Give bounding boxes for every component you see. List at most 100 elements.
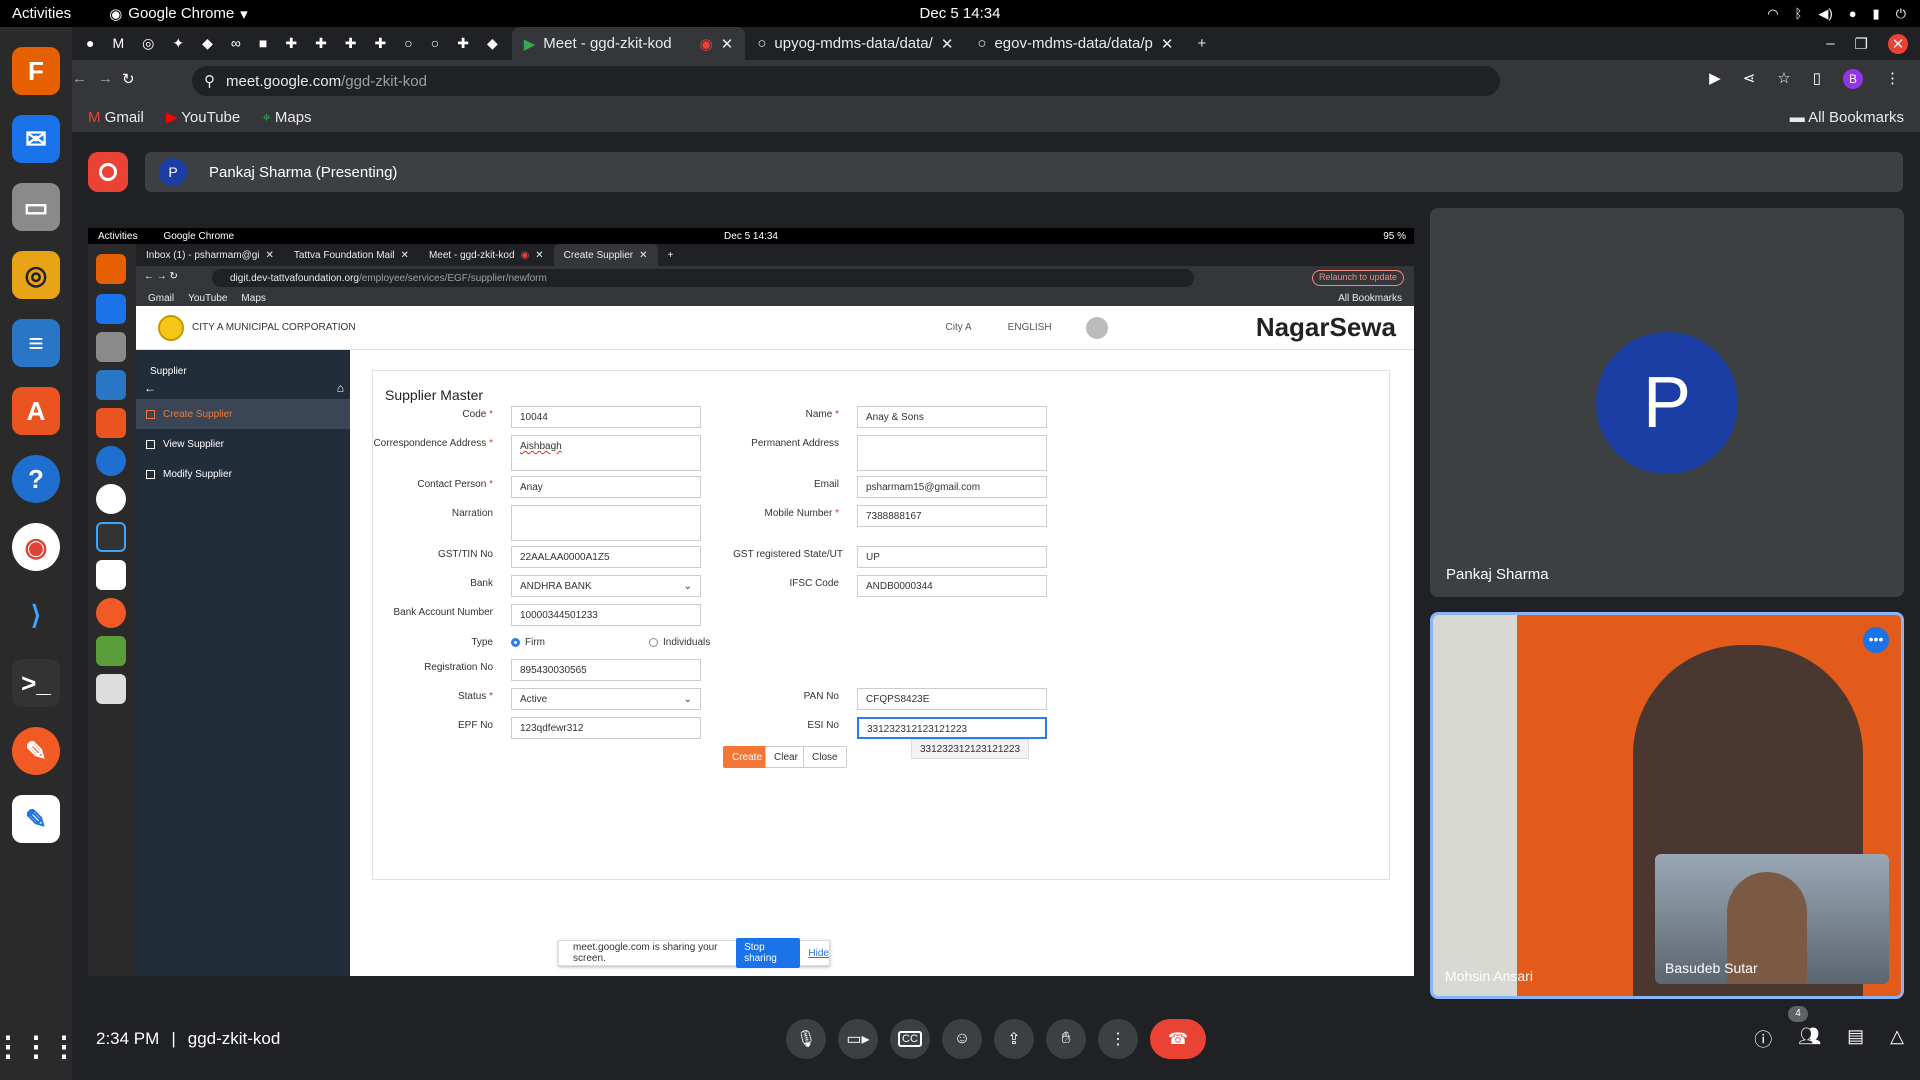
figma-tab-icon[interactable]: ✚: [285, 35, 297, 52]
ifsc-field: ANDB0000344: [857, 575, 1047, 597]
close-icon[interactable]: ✕: [941, 35, 954, 53]
sidebar-item-modify-supplier: Modify Supplier: [136, 459, 350, 489]
github-tab-icon[interactable]: ○: [431, 35, 439, 52]
all-bookmarks[interactable]: ▬ All Bookmarks: [1790, 109, 1904, 126]
shared-bookmarks: Gmail YouTube Maps All Bookmarks: [136, 290, 1414, 306]
reactions-button[interactable]: ☺: [942, 1019, 982, 1059]
toolbar: ← → ↻ ⚲ meet.google.com/ggd-zkit-kod ▶ ⋖ ☆…: [72, 60, 1920, 102]
leave-call-button[interactable]: ☎: [1150, 1019, 1206, 1059]
chevron-down-icon: ⌄: [683, 581, 692, 592]
captions-button[interactable]: CC: [890, 1019, 930, 1059]
share-icon[interactable]: ⋖: [1743, 69, 1756, 89]
help-icon[interactable]: ?: [12, 455, 60, 503]
image-viewer-icon: [96, 636, 126, 666]
os-clock[interactable]: Dec 5 14:34: [920, 5, 1001, 22]
shared-toolbar: ← → ↻ digit.dev-tattvafoundation.org/emp…: [136, 266, 1414, 290]
activities-icon[interactable]: △: [1890, 1026, 1904, 1052]
camera-icon[interactable]: ▶: [1709, 69, 1721, 89]
figma-tab-icon[interactable]: ✚: [457, 35, 469, 52]
tab-meet[interactable]: ▶ Meet - ggd-zkit-kod ◉ ✕: [511, 27, 746, 60]
app-menu[interactable]: ◉ Google Chrome ▾: [109, 5, 248, 23]
rhythmbox-icon[interactable]: ◎: [12, 251, 60, 299]
system-tray[interactable]: ◠ ᛒ ◀) ● ▮ ⏻: [1767, 6, 1906, 22]
people-icon[interactable]: 👥︎: [1798, 1026, 1821, 1052]
bank-account-label: Bank Account Number: [393, 607, 494, 618]
language-select: ENGLISH: [1007, 322, 1052, 333]
star-icon[interactable]: ☆: [1777, 69, 1790, 89]
text-editor-icon[interactable]: ✎: [12, 795, 60, 843]
chevron-down-icon: ⌄: [683, 694, 692, 705]
bookmark-maps[interactable]: ⌖ Maps: [262, 109, 311, 126]
vscode-icon[interactable]: ⟩: [12, 591, 60, 639]
wifi-icon: ◠: [1767, 5, 1779, 21]
name-field: Anay & Sons: [857, 406, 1047, 428]
menu-icon[interactable]: ⋮: [1885, 69, 1900, 89]
address-bar[interactable]: ⚲ meet.google.com/ggd-zkit-kod: [192, 66, 1500, 96]
link-tab-icon[interactable]: ∞: [231, 35, 241, 52]
municipal-emblem-icon: [158, 314, 184, 341]
meeting-info-icon[interactable]: ⓘ: [1754, 1026, 1772, 1052]
mic-icon: 🎙︎: [795, 1031, 817, 1048]
presenting-indicator[interactable]: [88, 152, 128, 192]
mic-button[interactable]: 🎙︎: [786, 1019, 826, 1059]
participant-tile-pankaj[interactable]: P Pankaj Sharma: [1430, 208, 1904, 597]
activities-button[interactable]: Activities: [12, 5, 71, 22]
side-panel-icon[interactable]: ▯: [1813, 69, 1821, 89]
chrome-dock-icon[interactable]: ◉: [12, 523, 60, 571]
camera-button[interactable]: ▭▸: [838, 1019, 878, 1059]
gmail-tab-icon[interactable]: M: [112, 35, 124, 52]
software-center-icon[interactable]: A: [12, 387, 60, 435]
presenter-avatar: P: [159, 158, 187, 186]
create-button: Create: [723, 746, 772, 768]
gitlab-tab-icon[interactable]: ◆: [202, 35, 213, 52]
correspondence-address-field: Aishbagh: [511, 435, 701, 471]
gemini-tab-icon[interactable]: ✦: [172, 35, 184, 52]
pinned-tab-icon[interactable]: ■: [259, 35, 267, 52]
forward-icon[interactable]: →: [98, 70, 113, 87]
firefox-icon[interactable]: F: [12, 47, 60, 95]
self-view-tile[interactable]: Basudeb Sutar: [1655, 854, 1889, 984]
bookmark-gmail[interactable]: M Gmail: [88, 109, 144, 126]
raise-hand-button[interactable]: ✋︎: [1046, 1019, 1086, 1059]
restore-icon[interactable]: ❐: [1855, 35, 1868, 53]
close-icon[interactable]: ✕: [721, 35, 734, 53]
back-icon[interactable]: ←: [72, 70, 87, 87]
show-apps-icon[interactable]: ⋮⋮⋮: [0, 1022, 78, 1070]
trash-icon: [96, 674, 126, 704]
figma-tab-icon[interactable]: ✚: [315, 35, 327, 52]
writer-icon[interactable]: ≡: [12, 319, 60, 367]
gitlab-tab-icon[interactable]: ◆: [487, 35, 498, 52]
bookmark-youtube[interactable]: ▶ YouTube: [166, 108, 240, 126]
dock: F ✉ ▭ ◎ ≡ A ? ◉ ⟩ >_ ✎ ✎ ⋮⋮⋮: [0, 27, 78, 1080]
site-info-icon[interactable]: ⚲: [204, 72, 215, 90]
figma-tab-icon[interactable]: ✚: [375, 35, 387, 52]
new-tab-button[interactable]: +: [1185, 27, 1218, 60]
supplier-page: CITY A MUNICIPAL CORPORATION City A ENGL…: [136, 306, 1414, 976]
profile-avatar[interactable]: B: [1843, 69, 1863, 89]
files-icon[interactable]: ▭: [12, 183, 60, 231]
bluetooth-icon: ᛒ: [1794, 5, 1803, 21]
chat-icon[interactable]: ▤: [1847, 1026, 1864, 1052]
meeting-code[interactable]: ggd-zkit-kod: [188, 1029, 281, 1049]
present-button[interactable]: ⇪: [994, 1019, 1034, 1059]
pinned-tab-icon[interactable]: ◎: [142, 35, 154, 52]
tab-egov[interactable]: ○ egov-mdms-data/data/p ✕: [965, 27, 1185, 60]
pen-tool-icon[interactable]: ✎: [12, 727, 60, 775]
participant-name: Pankaj Sharma: [1446, 566, 1549, 583]
thunderbird-icon[interactable]: ✉: [12, 115, 60, 163]
terminal-icon[interactable]: >_: [12, 659, 60, 707]
pan-field: CFQPS8423E: [857, 688, 1047, 710]
figma-tab-icon[interactable]: ✚: [345, 35, 357, 52]
reload-icon[interactable]: ↻: [122, 70, 135, 88]
github-tab-icon[interactable]: ○: [404, 35, 412, 52]
close-icon[interactable]: ✕: [1161, 35, 1174, 53]
gst-state-label: GST registered State/UT: [733, 549, 843, 560]
list-icon: [146, 439, 155, 449]
close-window-icon[interactable]: ✕: [1888, 33, 1908, 54]
participant-tile-mohsin[interactable]: ••• Mohsin Ansari Basudeb Sutar: [1430, 612, 1904, 999]
more-options-button[interactable]: ⋮: [1098, 1019, 1138, 1059]
more-options-icon[interactable]: •••: [1863, 627, 1889, 653]
pinned-tab-icon[interactable]: ●: [86, 35, 94, 52]
minimize-icon[interactable]: –: [1826, 35, 1834, 52]
tab-upyog[interactable]: ○ upyog-mdms-data/data/ ✕: [745, 27, 965, 60]
